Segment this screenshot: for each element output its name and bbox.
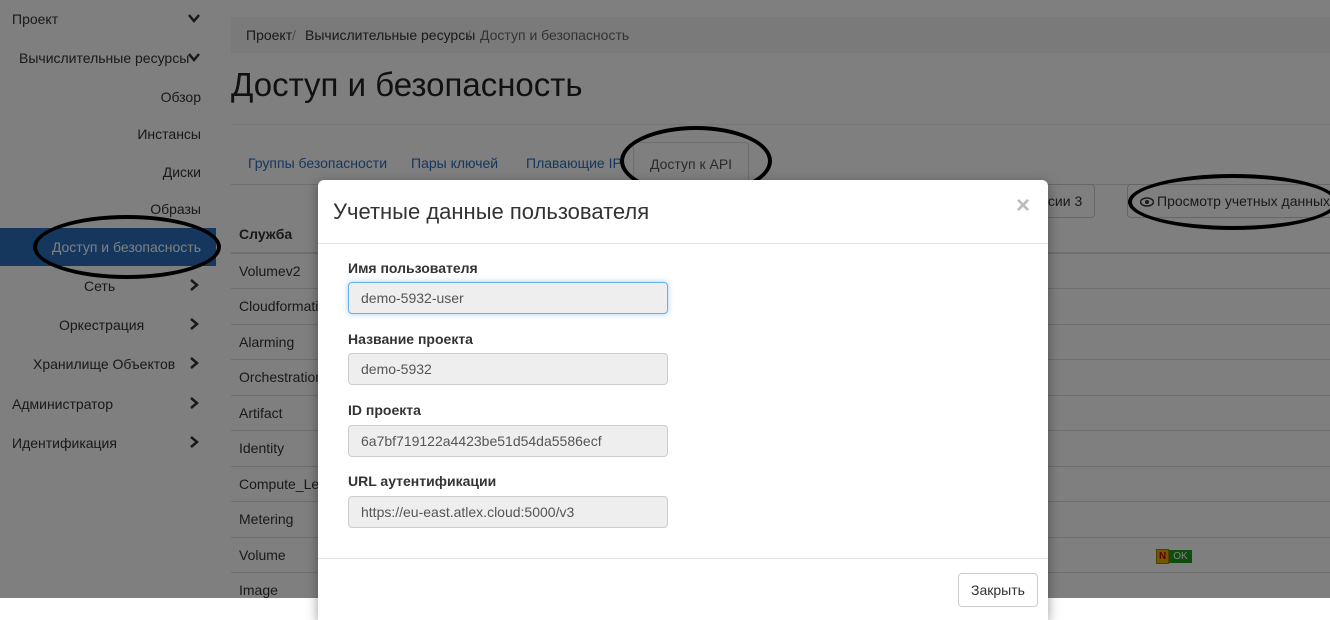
project-id-label: ID проекта [348,402,421,418]
modal-footer-divider [318,558,1048,559]
modal-title: Учетные данные пользователя [333,199,650,224]
modal-header-divider [318,243,1048,244]
username-field[interactable] [348,282,668,314]
close-icon[interactable]: × [1016,192,1030,220]
close-button[interactable]: Закрыть [958,573,1038,607]
credentials-modal: Учетные данные пользователя × Имя пользо… [318,180,1048,620]
close-button-label: Закрыть [971,582,1025,598]
auth-url-field[interactable] [348,496,668,528]
project-name-label: Название проекта [348,331,473,347]
project-name-field[interactable] [348,353,668,385]
project-id-field[interactable] [348,425,668,457]
auth-url-label: URL аутентификации [348,473,497,489]
username-label: Имя пользователя [348,260,478,276]
